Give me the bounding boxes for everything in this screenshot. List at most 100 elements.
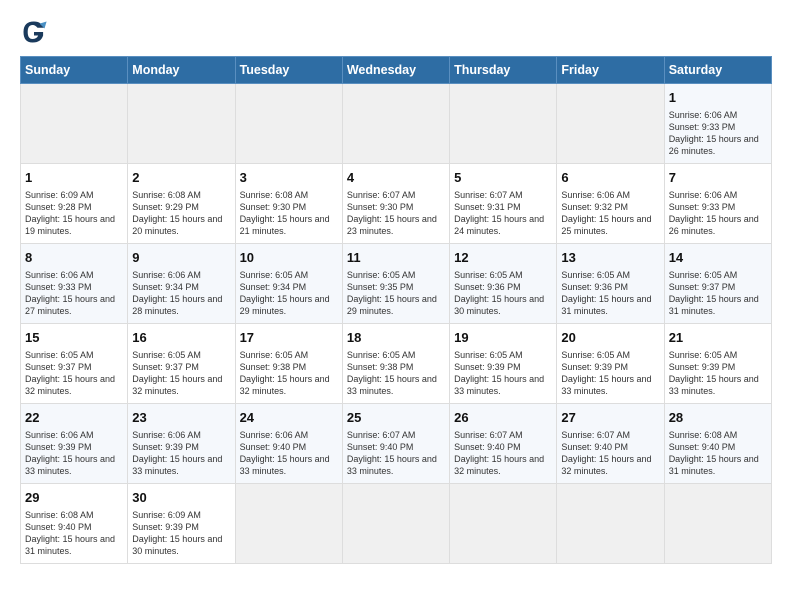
day-number: 1 <box>669 89 767 107</box>
header-day-monday: Monday <box>128 57 235 84</box>
day-number: 26 <box>454 409 552 427</box>
day-info: Sunrise: 6:06 AMSunset: 9:33 PMDaylight:… <box>25 269 123 318</box>
day-info: Sunrise: 6:05 AMSunset: 9:37 PMDaylight:… <box>132 349 230 398</box>
calendar-week-row: 22 Sunrise: 6:06 AMSunset: 9:39 PMDayligh… <box>21 404 772 484</box>
day-info: Sunrise: 6:05 AMSunset: 9:34 PMDaylight:… <box>240 269 338 318</box>
day-number: 11 <box>347 249 445 267</box>
calendar-cell: 16 Sunrise: 6:05 AMSunset: 9:37 PMDayligh… <box>128 324 235 404</box>
header-day-wednesday: Wednesday <box>342 57 449 84</box>
day-number: 16 <box>132 329 230 347</box>
day-info: Sunrise: 6:05 AMSunset: 9:38 PMDaylight:… <box>347 349 445 398</box>
day-info: Sunrise: 6:08 AMSunset: 9:40 PMDaylight:… <box>669 429 767 478</box>
calendar-cell: 11 Sunrise: 6:05 AMSunset: 9:35 PMDayligh… <box>342 244 449 324</box>
calendar-cell: 2 Sunrise: 6:08 AMSunset: 9:29 PMDaylight… <box>128 164 235 244</box>
calendar-cell <box>450 84 557 164</box>
day-number: 25 <box>347 409 445 427</box>
calendar-cell: 24Sunrise: 6:06 AMSunset: 9:40 PMDayligh… <box>235 404 342 484</box>
calendar-cell <box>235 484 342 564</box>
calendar-cell: 21 Sunrise: 6:05 AMSunset: 9:39 PMDayligh… <box>664 324 771 404</box>
calendar-cell <box>342 84 449 164</box>
calendar-week-row: 29 Sunrise: 6:08 AMSunset: 9:40 PMDayligh… <box>21 484 772 564</box>
calendar-cell: 1 Sunrise: 6:09 AMSunset: 9:28 PMDaylight… <box>21 164 128 244</box>
calendar-cell: 9 Sunrise: 6:06 AMSunset: 9:34 PMDaylight… <box>128 244 235 324</box>
day-info: Sunrise: 6:05 AMSunset: 9:36 PMDaylight:… <box>561 269 659 318</box>
calendar-cell: 19Sunrise: 6:05 AMSunset: 9:39 PMDayligh… <box>450 324 557 404</box>
header-section <box>20 18 772 46</box>
day-info: Sunrise: 6:08 AMSunset: 9:40 PMDaylight:… <box>25 509 123 558</box>
logo-icon <box>20 18 48 46</box>
day-info: Sunrise: 6:05 AMSunset: 9:37 PMDaylight:… <box>669 269 767 318</box>
day-number: 7 <box>669 169 767 187</box>
calendar-cell: 17 Sunrise: 6:05 AMSunset: 9:38 PMDayligh… <box>235 324 342 404</box>
calendar-cell: 18 Sunrise: 6:05 AMSunset: 9:38 PMDayligh… <box>342 324 449 404</box>
day-info: Sunrise: 6:05 AMSunset: 9:39 PMDaylight:… <box>669 349 767 398</box>
day-info: Sunrise: 6:08 AMSunset: 9:30 PMDaylight:… <box>240 189 338 238</box>
logo <box>20 18 50 46</box>
day-number: 20 <box>561 329 659 347</box>
day-number: 29 <box>25 489 123 507</box>
day-info: Sunrise: 6:07 AMSunset: 9:31 PMDaylight:… <box>454 189 552 238</box>
calendar-cell <box>664 484 771 564</box>
calendar-cell: 5 Sunrise: 6:07 AMSunset: 9:31 PMDaylight… <box>450 164 557 244</box>
day-info: Sunrise: 6:05 AMSunset: 9:39 PMDaylight:… <box>454 349 552 398</box>
calendar-cell <box>557 484 664 564</box>
day-number: 10 <box>240 249 338 267</box>
calendar-header-row: SundayMondayTuesdayWednesdayThursdayFrid… <box>21 57 772 84</box>
calendar-cell: 8 Sunrise: 6:06 AMSunset: 9:33 PMDaylight… <box>21 244 128 324</box>
calendar-table: SundayMondayTuesdayWednesdayThursdayFrid… <box>20 56 772 564</box>
day-info: Sunrise: 6:06 AMSunset: 9:40 PMDaylight:… <box>240 429 338 478</box>
day-number: 1 <box>25 169 123 187</box>
day-number: 18 <box>347 329 445 347</box>
calendar-cell: 26 Sunrise: 6:07 AMSunset: 9:40 PMDayligh… <box>450 404 557 484</box>
calendar-cell: 15 Sunrise: 6:05 AMSunset: 9:37 PMDayligh… <box>21 324 128 404</box>
day-info: Sunrise: 6:06 AMSunset: 9:33 PMDaylight:… <box>669 109 767 158</box>
calendar-cell: 14 Sunrise: 6:05 AMSunset: 9:37 PMDayligh… <box>664 244 771 324</box>
day-number: 28 <box>669 409 767 427</box>
calendar-cell <box>450 484 557 564</box>
day-info: Sunrise: 6:06 AMSunset: 9:34 PMDaylight:… <box>132 269 230 318</box>
day-number: 3 <box>240 169 338 187</box>
calendar-cell: 7 Sunrise: 6:06 AMSunset: 9:33 PMDaylight… <box>664 164 771 244</box>
day-info: Sunrise: 6:07 AMSunset: 9:40 PMDaylight:… <box>561 429 659 478</box>
day-info: Sunrise: 6:06 AMSunset: 9:33 PMDaylight:… <box>669 189 767 238</box>
day-number: 21 <box>669 329 767 347</box>
day-info: Sunrise: 6:06 AMSunset: 9:32 PMDaylight:… <box>561 189 659 238</box>
calendar-cell: 27 Sunrise: 6:07 AMSunset: 9:40 PMDayligh… <box>557 404 664 484</box>
day-info: Sunrise: 6:05 AMSunset: 9:39 PMDaylight:… <box>561 349 659 398</box>
day-info: Sunrise: 6:05 AMSunset: 9:35 PMDaylight:… <box>347 269 445 318</box>
day-info: Sunrise: 6:08 AMSunset: 9:29 PMDaylight:… <box>132 189 230 238</box>
calendar-cell: 1 Sunrise: 6:06 AMSunset: 9:33 PMDaylight… <box>664 84 771 164</box>
day-number: 17 <box>240 329 338 347</box>
header-day-thursday: Thursday <box>450 57 557 84</box>
day-number: 14 <box>669 249 767 267</box>
day-number: 4 <box>347 169 445 187</box>
calendar-cell <box>235 84 342 164</box>
day-number: 30 <box>132 489 230 507</box>
header-day-saturday: Saturday <box>664 57 771 84</box>
day-info: Sunrise: 6:07 AMSunset: 9:40 PMDaylight:… <box>454 429 552 478</box>
calendar-cell: 28 Sunrise: 6:08 AMSunset: 9:40 PMDayligh… <box>664 404 771 484</box>
day-number: 2 <box>132 169 230 187</box>
calendar-week-row: 1 Sunrise: 6:09 AMSunset: 9:28 PMDaylight… <box>21 164 772 244</box>
day-info: Sunrise: 6:06 AMSunset: 9:39 PMDaylight:… <box>132 429 230 478</box>
day-number: 12 <box>454 249 552 267</box>
day-number: 27 <box>561 409 659 427</box>
day-info: Sunrise: 6:05 AMSunset: 9:37 PMDaylight:… <box>25 349 123 398</box>
page: SundayMondayTuesdayWednesdayThursdayFrid… <box>0 0 792 574</box>
day-info: Sunrise: 6:09 AMSunset: 9:28 PMDaylight:… <box>25 189 123 238</box>
day-info: Sunrise: 6:05 AMSunset: 9:36 PMDaylight:… <box>454 269 552 318</box>
calendar-week-row: 8 Sunrise: 6:06 AMSunset: 9:33 PMDaylight… <box>21 244 772 324</box>
header-day-tuesday: Tuesday <box>235 57 342 84</box>
day-number: 22 <box>25 409 123 427</box>
calendar-cell: 3 Sunrise: 6:08 AMSunset: 9:30 PMDaylight… <box>235 164 342 244</box>
calendar-cell: 13Sunrise: 6:05 AMSunset: 9:36 PMDayligh… <box>557 244 664 324</box>
day-number: 15 <box>25 329 123 347</box>
day-number: 5 <box>454 169 552 187</box>
calendar-week-row: 15 Sunrise: 6:05 AMSunset: 9:37 PMDayligh… <box>21 324 772 404</box>
day-info: Sunrise: 6:07 AMSunset: 9:30 PMDaylight:… <box>347 189 445 238</box>
day-info: Sunrise: 6:05 AMSunset: 9:38 PMDaylight:… <box>240 349 338 398</box>
day-number: 9 <box>132 249 230 267</box>
header-day-friday: Friday <box>557 57 664 84</box>
day-number: 8 <box>25 249 123 267</box>
day-info: Sunrise: 6:06 AMSunset: 9:39 PMDaylight:… <box>25 429 123 478</box>
